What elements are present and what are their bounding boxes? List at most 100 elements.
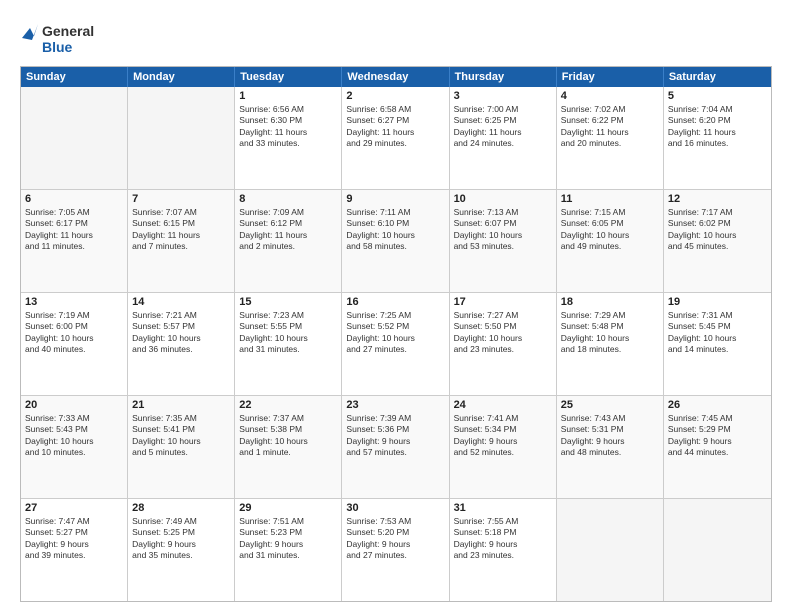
- day-number: 23: [346, 399, 444, 411]
- day-cell-16: 16 Sunrise: 7:25 AM Sunset: 5:52 PM Dayli…: [342, 293, 449, 395]
- day-number: 30: [346, 502, 444, 514]
- cell-info: Sunrise: 7:09 AM Sunset: 6:12 PM Dayligh…: [239, 207, 337, 253]
- calendar-body: 1 Sunrise: 6:56 AM Sunset: 6:30 PM Daylig…: [21, 87, 771, 601]
- cell-info: Sunrise: 7:39 AM Sunset: 5:36 PM Dayligh…: [346, 413, 444, 459]
- cell-info: Sunrise: 7:27 AM Sunset: 5:50 PM Dayligh…: [454, 310, 552, 356]
- day-cell-2: 2 Sunrise: 6:58 AM Sunset: 6:27 PM Daylig…: [342, 87, 449, 189]
- calendar: SundayMondayTuesdayWednesdayThursdayFrid…: [20, 66, 772, 602]
- cell-info: Sunrise: 7:49 AM Sunset: 5:25 PM Dayligh…: [132, 516, 230, 562]
- calendar-header: SundayMondayTuesdayWednesdayThursdayFrid…: [21, 67, 771, 87]
- day-number: 9: [346, 193, 444, 205]
- cell-info: Sunrise: 7:43 AM Sunset: 5:31 PM Dayligh…: [561, 413, 659, 459]
- day-cell-6: 6 Sunrise: 7:05 AM Sunset: 6:17 PM Daylig…: [21, 190, 128, 292]
- day-number: 21: [132, 399, 230, 411]
- day-number: 25: [561, 399, 659, 411]
- cell-info: Sunrise: 7:11 AM Sunset: 6:10 PM Dayligh…: [346, 207, 444, 253]
- day-number: 27: [25, 502, 123, 514]
- cell-info: Sunrise: 7:13 AM Sunset: 6:07 PM Dayligh…: [454, 207, 552, 253]
- day-number: 5: [668, 90, 767, 102]
- day-number: 6: [25, 193, 123, 205]
- cell-info: Sunrise: 6:56 AM Sunset: 6:30 PM Dayligh…: [239, 104, 337, 150]
- cell-info: Sunrise: 7:31 AM Sunset: 5:45 PM Dayligh…: [668, 310, 767, 356]
- day-number: 12: [668, 193, 767, 205]
- cell-info: Sunrise: 7:21 AM Sunset: 5:57 PM Dayligh…: [132, 310, 230, 356]
- day-number: 3: [454, 90, 552, 102]
- cell-info: Sunrise: 7:02 AM Sunset: 6:22 PM Dayligh…: [561, 104, 659, 150]
- cell-info: Sunrise: 7:45 AM Sunset: 5:29 PM Dayligh…: [668, 413, 767, 459]
- day-cell-5: 5 Sunrise: 7:04 AM Sunset: 6:20 PM Daylig…: [664, 87, 771, 189]
- day-cell-27: 27Sunrise: 7:47 AM Sunset: 5:27 PM Dayli…: [21, 499, 128, 601]
- day-number: 26: [668, 399, 767, 411]
- day-cell-3: 3 Sunrise: 7:00 AM Sunset: 6:25 PM Daylig…: [450, 87, 557, 189]
- day-number: 11: [561, 193, 659, 205]
- empty-cell: [557, 499, 664, 601]
- logo: GeneralBlue: [20, 18, 100, 58]
- cell-info: Sunrise: 6:58 AM Sunset: 6:27 PM Dayligh…: [346, 104, 444, 150]
- day-number: 15: [239, 296, 337, 308]
- calendar-row-4: 27Sunrise: 7:47 AM Sunset: 5:27 PM Dayli…: [21, 498, 771, 601]
- header-cell-sunday: Sunday: [21, 67, 128, 87]
- day-cell-26: 26 Sunrise: 7:45 AM Sunset: 5:29 PM Dayli…: [664, 396, 771, 498]
- day-cell-14: 14 Sunrise: 7:21 AM Sunset: 5:57 PM Dayli…: [128, 293, 235, 395]
- empty-cell: [128, 87, 235, 189]
- cell-info: Sunrise: 7:29 AM Sunset: 5:48 PM Dayligh…: [561, 310, 659, 356]
- day-cell-15: 15 Sunrise: 7:23 AM Sunset: 5:55 PM Dayli…: [235, 293, 342, 395]
- day-cell-28: 28 Sunrise: 7:49 AM Sunset: 5:25 PM Dayli…: [128, 499, 235, 601]
- cell-info: Sunrise: 7:04 AM Sunset: 6:20 PM Dayligh…: [668, 104, 767, 150]
- day-number: 24: [454, 399, 552, 411]
- calendar-row-2: 13Sunrise: 7:19 AM Sunset: 6:00 PM Dayli…: [21, 292, 771, 395]
- day-cell-20: 20 Sunrise: 7:33 AM Sunset: 5:43 PM Dayli…: [21, 396, 128, 498]
- cell-info: Sunrise: 7:07 AM Sunset: 6:15 PM Dayligh…: [132, 207, 230, 253]
- day-cell-17: 17Sunrise: 7:27 AM Sunset: 5:50 PM Dayli…: [450, 293, 557, 395]
- cell-info: Sunrise: 7:35 AM Sunset: 5:41 PM Dayligh…: [132, 413, 230, 459]
- day-cell-13: 13Sunrise: 7:19 AM Sunset: 6:00 PM Dayli…: [21, 293, 128, 395]
- cell-info: Sunrise: 7:51 AM Sunset: 5:23 PM Dayligh…: [239, 516, 337, 562]
- day-number: 29: [239, 502, 337, 514]
- cell-info: Sunrise: 7:33 AM Sunset: 5:43 PM Dayligh…: [25, 413, 123, 459]
- day-cell-11: 11 Sunrise: 7:15 AM Sunset: 6:05 PM Dayli…: [557, 190, 664, 292]
- day-cell-31: 31Sunrise: 7:55 AM Sunset: 5:18 PM Dayli…: [450, 499, 557, 601]
- calendar-row-1: 6 Sunrise: 7:05 AM Sunset: 6:17 PM Daylig…: [21, 189, 771, 292]
- cell-info: Sunrise: 7:05 AM Sunset: 6:17 PM Dayligh…: [25, 207, 123, 253]
- logo-svg: GeneralBlue: [20, 18, 100, 58]
- day-number: 2: [346, 90, 444, 102]
- day-cell-8: 8 Sunrise: 7:09 AM Sunset: 6:12 PM Daylig…: [235, 190, 342, 292]
- header-cell-monday: Monday: [128, 67, 235, 87]
- cell-info: Sunrise: 7:55 AM Sunset: 5:18 PM Dayligh…: [454, 516, 552, 562]
- cell-info: Sunrise: 7:23 AM Sunset: 5:55 PM Dayligh…: [239, 310, 337, 356]
- cell-info: Sunrise: 7:25 AM Sunset: 5:52 PM Dayligh…: [346, 310, 444, 356]
- cell-info: Sunrise: 7:15 AM Sunset: 6:05 PM Dayligh…: [561, 207, 659, 253]
- day-cell-19: 19 Sunrise: 7:31 AM Sunset: 5:45 PM Dayli…: [664, 293, 771, 395]
- cell-info: Sunrise: 7:37 AM Sunset: 5:38 PM Dayligh…: [239, 413, 337, 459]
- cell-info: Sunrise: 7:19 AM Sunset: 6:00 PM Dayligh…: [25, 310, 123, 356]
- day-cell-12: 12 Sunrise: 7:17 AM Sunset: 6:02 PM Dayli…: [664, 190, 771, 292]
- day-number: 7: [132, 193, 230, 205]
- day-number: 19: [668, 296, 767, 308]
- header-cell-thursday: Thursday: [450, 67, 557, 87]
- cell-info: Sunrise: 7:17 AM Sunset: 6:02 PM Dayligh…: [668, 207, 767, 253]
- cell-info: Sunrise: 7:00 AM Sunset: 6:25 PM Dayligh…: [454, 104, 552, 150]
- day-number: 16: [346, 296, 444, 308]
- day-cell-29: 29 Sunrise: 7:51 AM Sunset: 5:23 PM Dayli…: [235, 499, 342, 601]
- day-number: 4: [561, 90, 659, 102]
- header-cell-friday: Friday: [557, 67, 664, 87]
- header-cell-saturday: Saturday: [664, 67, 771, 87]
- cell-info: Sunrise: 7:53 AM Sunset: 5:20 PM Dayligh…: [346, 516, 444, 562]
- svg-text:General: General: [42, 23, 94, 39]
- empty-cell: [664, 499, 771, 601]
- day-cell-25: 25 Sunrise: 7:43 AM Sunset: 5:31 PM Dayli…: [557, 396, 664, 498]
- header-cell-tuesday: Tuesday: [235, 67, 342, 87]
- empty-cell: [21, 87, 128, 189]
- header: GeneralBlue: [20, 18, 772, 58]
- day-number: 8: [239, 193, 337, 205]
- day-number: 22: [239, 399, 337, 411]
- day-cell-4: 4 Sunrise: 7:02 AM Sunset: 6:22 PM Daylig…: [557, 87, 664, 189]
- calendar-row-0: 1 Sunrise: 6:56 AM Sunset: 6:30 PM Daylig…: [21, 87, 771, 189]
- day-number: 1: [239, 90, 337, 102]
- day-number: 28: [132, 502, 230, 514]
- day-number: 14: [132, 296, 230, 308]
- day-cell-10: 10Sunrise: 7:13 AM Sunset: 6:07 PM Dayli…: [450, 190, 557, 292]
- header-cell-wednesday: Wednesday: [342, 67, 449, 87]
- day-cell-18: 18Sunrise: 7:29 AM Sunset: 5:48 PM Dayli…: [557, 293, 664, 395]
- day-number: 20: [25, 399, 123, 411]
